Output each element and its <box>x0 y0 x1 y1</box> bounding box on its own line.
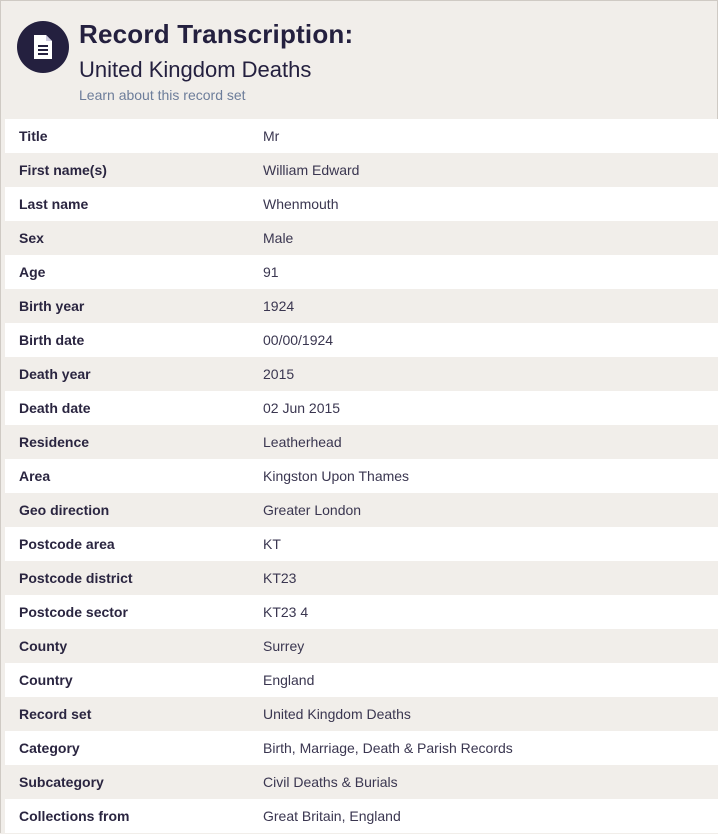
field-value: 00/00/1924 <box>263 332 334 348</box>
table-row: Record set United Kingdom Deaths <box>5 697 718 731</box>
field-value: Male <box>263 230 294 246</box>
field-label: Postcode area <box>19 536 115 552</box>
table-row: Postcode area KT <box>5 527 718 561</box>
field-label: Area <box>19 468 51 484</box>
table-row: Subcategory Civil Deaths & Burials <box>5 765 718 799</box>
table-row: Category Birth, Marriage, Death & Parish … <box>5 731 718 765</box>
field-label: Postcode sector <box>19 604 128 620</box>
table-row: Area Kingston Upon Thames <box>5 459 718 493</box>
field-value: Great Britain, England <box>263 808 401 824</box>
table-row: Age 91 <box>5 255 718 289</box>
table-row: Death year 2015 <box>5 357 718 391</box>
field-value: 91 <box>263 264 279 280</box>
field-label: County <box>19 638 68 654</box>
page-title: Record Transcription: <box>79 19 354 49</box>
field-value: England <box>263 672 315 688</box>
field-label: Birth year <box>19 298 85 314</box>
table-row: Birth year 1924 <box>5 289 718 323</box>
field-value: Civil Deaths & Burials <box>263 774 398 790</box>
table-row: Country England <box>5 663 718 697</box>
table-row: Last name Whenmouth <box>5 187 718 221</box>
table-row: Postcode district KT23 <box>5 561 718 595</box>
field-value: Whenmouth <box>263 196 339 212</box>
learn-about-record-set-link[interactable]: Learn about this record set <box>79 87 246 103</box>
field-value: 2015 <box>263 366 295 382</box>
field-label: Record set <box>19 706 92 722</box>
record-panel: Record Transcription: United Kingdom Dea… <box>0 0 718 833</box>
table-row: Title Mr <box>5 119 718 153</box>
field-label: Age <box>19 264 46 280</box>
field-value: Kingston Upon Thames <box>263 468 410 484</box>
field-label: Death date <box>19 400 91 416</box>
record-set-name: United Kingdom Deaths <box>79 57 312 82</box>
field-value: William Edward <box>263 162 360 178</box>
field-value: United Kingdom Deaths <box>263 706 411 722</box>
field-label: Birth date <box>19 332 85 348</box>
field-value: KT <box>263 536 281 552</box>
field-value: Leatherhead <box>263 434 342 450</box>
field-value: KT23 <box>263 570 297 586</box>
field-value: Greater London <box>263 502 362 518</box>
field-label: Country <box>19 672 73 688</box>
table-row: Postcode sector KT23 4 <box>5 595 718 629</box>
field-label: Subcategory <box>19 774 104 790</box>
table-row: Death date 02 Jun 2015 <box>5 391 718 425</box>
table-row: County Surrey <box>5 629 718 663</box>
field-label: Residence <box>19 434 90 450</box>
document-icon <box>17 21 69 73</box>
field-label: Category <box>19 740 80 756</box>
field-label: Title <box>19 128 48 144</box>
field-value: 02 Jun 2015 <box>263 400 341 416</box>
table-row: Geo direction Greater London <box>5 493 718 527</box>
table-row: Residence Leatherhead <box>5 425 718 459</box>
field-value: Birth, Marriage, Death & Parish Records <box>263 740 513 756</box>
field-value: KT23 4 <box>263 604 309 620</box>
table-row: First name(s) William Edward <box>5 153 718 187</box>
field-value: 1924 <box>263 298 295 314</box>
field-label: Sex <box>19 230 44 246</box>
field-label: Postcode district <box>19 570 133 586</box>
field-label: Last name <box>19 196 89 212</box>
field-label: Death year <box>19 366 91 382</box>
field-label: Collections from <box>19 808 130 824</box>
field-label: First name(s) <box>19 162 107 178</box>
field-label: Geo direction <box>19 502 110 518</box>
table-row: Sex Male <box>5 221 718 255</box>
transcription-table: Title Mr First name(s) William Edward Last… <box>5 119 718 833</box>
table-row: Birth date 00/00/1924 <box>5 323 718 357</box>
record-header: Record Transcription: United Kingdom Dea… <box>1 1 717 119</box>
field-value: Mr <box>263 128 280 144</box>
field-value: Surrey <box>263 638 305 654</box>
table-row: Collections from Great Britain, England <box>5 799 718 833</box>
